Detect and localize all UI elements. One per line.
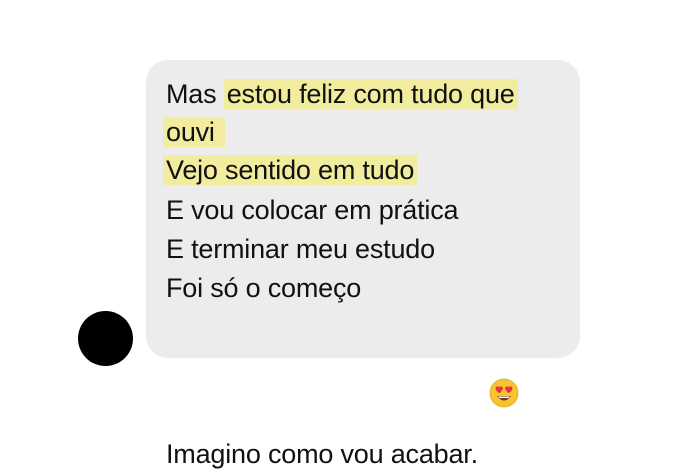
line-2-highlight: ouvi [163,117,226,147]
avatar[interactable] [78,311,133,366]
line-3-highlight: Vejo sentido em tudo [163,155,418,185]
message-line-4: E vou colocar em prática [166,195,459,225]
message-line-5: E terminar meu estudo [166,234,435,264]
line-1-highlight: estou feliz com tudo que [223,79,518,109]
message-line-6: Foi só o começo [166,273,362,303]
line-1-plain: Mas [166,79,224,109]
message-line-7: Imagino como vou acabar. [166,310,519,471]
heart-eyes-emoji-icon [489,310,519,408]
message-line-3: Vejo sentido em tudo [163,153,418,187]
line-7-text: Imagino como vou acabar. [166,439,478,469]
message-line-1: Mas estou feliz com tudo que [166,77,518,111]
message-line-2: ouvi [163,115,226,149]
